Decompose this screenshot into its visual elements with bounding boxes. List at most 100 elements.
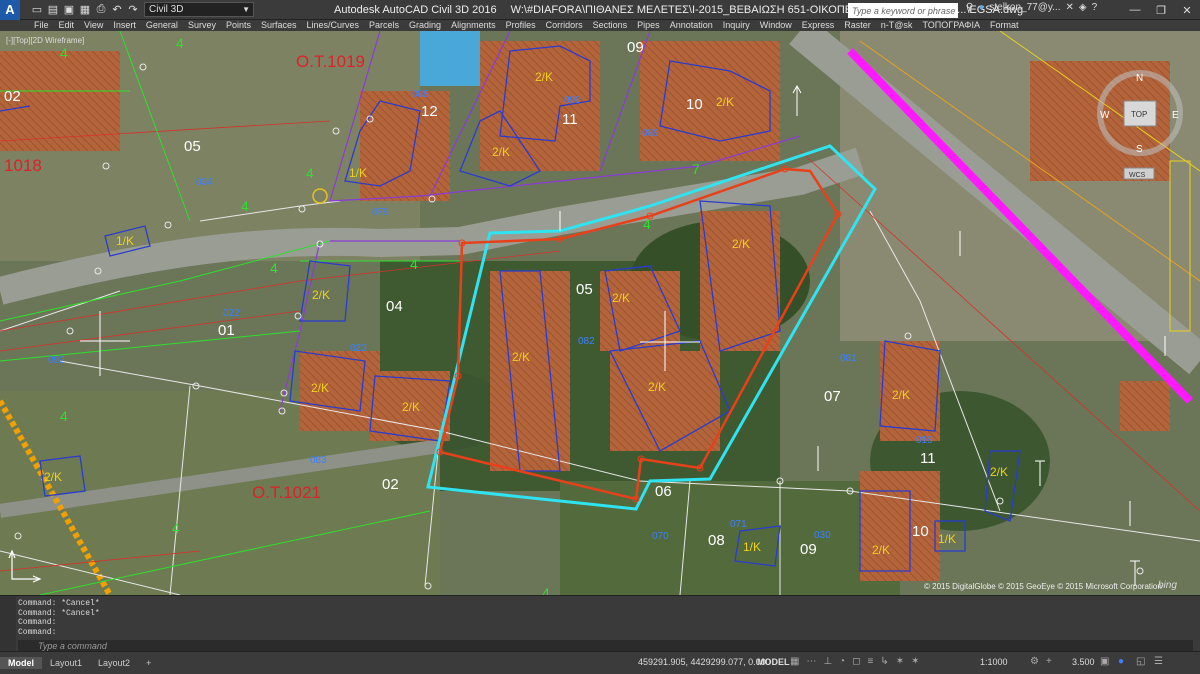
- menu-insert[interactable]: Insert: [108, 20, 141, 31]
- application-menu-button[interactable]: A: [0, 0, 20, 20]
- isolate-icon[interactable]: ▣: [1100, 656, 1109, 667]
- parcel-number: 10: [912, 523, 929, 540]
- tab-layout1[interactable]: Layout1: [42, 657, 90, 669]
- viewcube-top-label[interactable]: TOP: [1131, 110, 1147, 119]
- open-file-icon[interactable]: ▤: [46, 3, 60, 17]
- annotation-visibility-icon[interactable]: ✶: [896, 656, 904, 667]
- window-controls: — ❐ ✕: [1122, 0, 1200, 20]
- customize-icon[interactable]: ☰: [1154, 656, 1163, 667]
- menu-view[interactable]: View: [79, 20, 108, 31]
- parcel-number: 12: [421, 103, 438, 120]
- model-space-toggle[interactable]: MODEL: [757, 657, 790, 667]
- parcel-number: 11: [920, 450, 936, 467]
- search-input[interactable]: Type a keyword or phrase: [848, 3, 958, 18]
- autoscale-icon[interactable]: ✶: [911, 656, 919, 667]
- print-icon[interactable]: ⎙: [94, 3, 108, 17]
- user-name[interactable]: stelkon_77@y...: [989, 2, 1060, 13]
- viewcube-south[interactable]: S: [1136, 144, 1143, 155]
- menu-parcels[interactable]: Parcels: [364, 20, 404, 31]
- anno-monitor-value[interactable]: 3.500: [1072, 657, 1095, 667]
- menu-profiles[interactable]: Profiles: [501, 20, 541, 31]
- viewcube-east[interactable]: E: [1172, 110, 1179, 121]
- menu-alignments[interactable]: Alignments: [446, 20, 501, 31]
- new-file-icon[interactable]: ▭: [30, 3, 44, 17]
- menu-ntask[interactable]: n-T@sk: [876, 20, 918, 31]
- user-icon[interactable]: ●: [978, 2, 984, 13]
- building-label: 1/K: [116, 234, 134, 248]
- building-label: 2/K: [648, 380, 666, 394]
- annotation-scale[interactable]: 1:1000: [980, 657, 1008, 667]
- building-label: 1/K: [349, 166, 367, 180]
- zone-number: 4: [643, 216, 651, 232]
- menu-topografia[interactable]: ΤΟΠΟΓΡΑΦΙΑ: [917, 20, 985, 31]
- menu-sections[interactable]: Sections: [588, 20, 633, 31]
- menu-express[interactable]: Express: [797, 20, 840, 31]
- menu-grading[interactable]: Grading: [404, 20, 446, 31]
- help-icon[interactable]: ?: [1092, 2, 1098, 13]
- viewcube-north[interactable]: N: [1136, 73, 1143, 84]
- workspace-dropdown[interactable]: Civil 3D ▼: [144, 2, 254, 17]
- block-label: O.T.1019: [296, 52, 365, 71]
- menu-window[interactable]: Window: [755, 20, 797, 31]
- snap-icon[interactable]: ⋯: [806, 656, 816, 667]
- parcel-number: 01: [218, 322, 235, 339]
- building-label: 2/K: [990, 465, 1008, 479]
- lot-code: 071: [730, 519, 747, 530]
- menu-inquiry[interactable]: Inquiry: [718, 20, 755, 31]
- undo-icon[interactable]: ↶: [110, 3, 124, 17]
- tab-model[interactable]: Model: [0, 657, 42, 669]
- settings-icon[interactable]: ⚙: [1030, 656, 1039, 667]
- title-right-group: ⚲ ● stelkon_77@y... ✕ ◈ ?: [966, 2, 1097, 13]
- lot-code: 092: [48, 355, 65, 366]
- building-label: 2/K: [44, 470, 62, 484]
- menu-lines-curves[interactable]: Lines/Curves: [302, 20, 365, 31]
- command-window-grip[interactable]: [0, 596, 16, 652]
- binoculars-icon[interactable]: ⚲: [966, 2, 973, 13]
- restore-icon[interactable]: ❐: [1148, 0, 1174, 20]
- parcel-number: 10: [686, 96, 703, 113]
- minimize-icon[interactable]: —: [1122, 0, 1148, 20]
- building-label: 2/K: [716, 95, 734, 109]
- menu-surfaces[interactable]: Surfaces: [256, 20, 302, 31]
- save-as-icon[interactable]: ▦: [78, 3, 92, 17]
- close-icon[interactable]: ✕: [1174, 0, 1200, 20]
- lot-code: 081: [840, 353, 857, 364]
- autodesk-app-icon[interactable]: ◈: [1079, 2, 1087, 13]
- menu-raster[interactable]: Raster: [839, 20, 876, 31]
- viewport-controls-label[interactable]: [-][Top][2D Wireframe]: [6, 36, 84, 45]
- exchange-icon[interactable]: ✕: [1066, 2, 1074, 13]
- ortho-icon[interactable]: ⊥: [823, 656, 832, 667]
- menu-file[interactable]: File: [0, 20, 54, 31]
- menu-pipes[interactable]: Pipes: [632, 20, 665, 31]
- tab-layout2[interactable]: Layout2: [90, 657, 138, 669]
- zone-number: 4: [410, 256, 418, 272]
- add-icon[interactable]: +: [1046, 656, 1052, 667]
- workspace-value: Civil 3D: [149, 4, 184, 15]
- menu-corridors[interactable]: Corridors: [541, 20, 588, 31]
- hardware-accel-icon[interactable]: ●: [1118, 656, 1124, 667]
- ucs-dynamic-icon[interactable]: ↳: [880, 656, 888, 667]
- save-icon[interactable]: ▣: [62, 3, 76, 17]
- viewcube-west[interactable]: W: [1100, 110, 1110, 121]
- add-layout-button[interactable]: +: [138, 657, 159, 669]
- command-input[interactable]: Type a command: [18, 640, 1193, 651]
- clean-screen-icon[interactable]: ◱: [1136, 656, 1145, 667]
- menu-general[interactable]: General: [141, 20, 183, 31]
- menu-annotation[interactable]: Annotation: [665, 20, 718, 31]
- command-history-line: Command: *Cancel*: [18, 608, 100, 618]
- building-label: 1/K: [938, 532, 956, 546]
- wcs-menu[interactable]: WCS: [1129, 172, 1146, 179]
- menu-format[interactable]: Format: [985, 20, 1024, 31]
- grid-icon[interactable]: ▦: [790, 656, 799, 667]
- redo-icon[interactable]: ↷: [126, 3, 140, 17]
- menu-edit[interactable]: Edit: [54, 20, 80, 31]
- command-history: Command: *Cancel* Command: *Cancel* Comm…: [18, 599, 100, 637]
- menu-points[interactable]: Points: [221, 20, 256, 31]
- building-label: 2/K: [612, 291, 630, 305]
- osnap-icon[interactable]: ◻: [852, 656, 860, 667]
- drawing-viewport[interactable]: O.T.1019 1018 O.T.1021 09 10 12 11 05 01…: [0, 31, 1200, 595]
- menu-survey[interactable]: Survey: [183, 20, 221, 31]
- lineweight-icon[interactable]: ≡: [868, 656, 874, 667]
- building-label: 2/K: [732, 237, 750, 251]
- polar-icon[interactable]: ◔: [839, 656, 845, 667]
